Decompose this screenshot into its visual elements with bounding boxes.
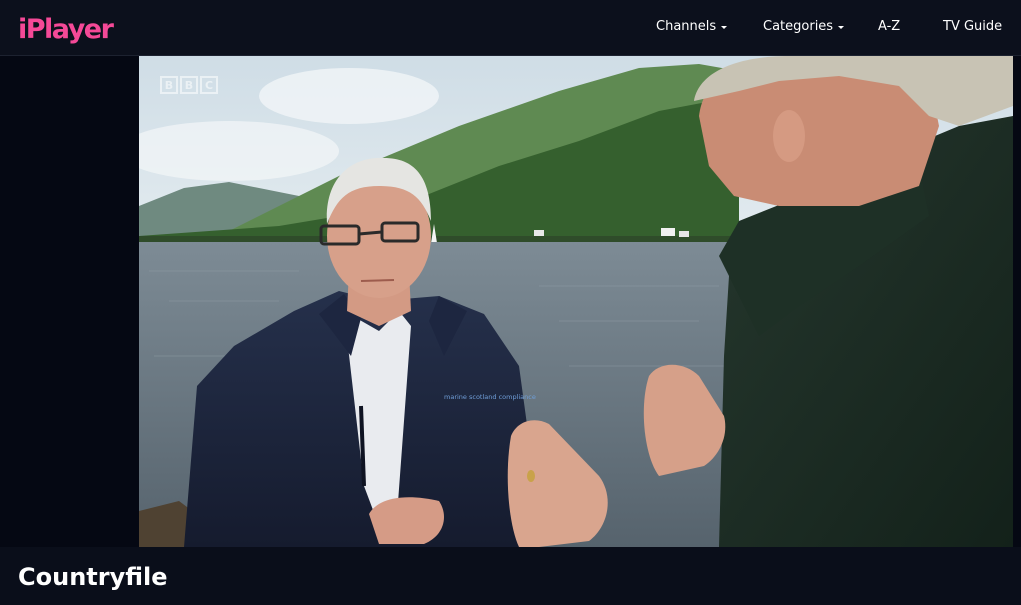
house bbox=[679, 231, 689, 237]
iplayer-logo-mark: iPlayer bbox=[18, 14, 116, 45]
chevron-down-icon bbox=[838, 25, 845, 29]
nav-tv-guide-link[interactable]: TV Guide bbox=[943, 19, 1002, 34]
nav-categories-label: Categories bbox=[763, 19, 834, 34]
nav-channels-label: Channels bbox=[656, 19, 717, 34]
bbc-watermark-letter: B bbox=[180, 76, 198, 94]
chevron-down-icon bbox=[721, 25, 728, 29]
iplayer-logo[interactable]: iPlayer bbox=[18, 8, 122, 46]
nav-tv-guide-label: TV Guide bbox=[943, 19, 1003, 34]
nav-az-link[interactable]: A-Z bbox=[878, 19, 900, 34]
house bbox=[661, 228, 675, 236]
bbc-watermark: B B C bbox=[160, 76, 218, 94]
nav-az-label: A-Z bbox=[878, 19, 901, 34]
nav-channels-menu[interactable]: Channels bbox=[656, 19, 728, 34]
cloud bbox=[259, 68, 439, 124]
bbc-watermark-letter: C bbox=[200, 76, 218, 94]
nav-categories-menu[interactable]: Categories bbox=[763, 19, 845, 34]
player-left-gutter bbox=[0, 56, 139, 547]
top-navigation-bar: iPlayer Channels Categories A-Z TV Guide bbox=[0, 0, 1021, 56]
house bbox=[534, 230, 544, 236]
video-player[interactable]: marine scotland compliance B B C bbox=[139, 56, 1013, 547]
jacket-logo: marine scotland compliance bbox=[444, 393, 536, 401]
bbc-watermark-letter: B bbox=[160, 76, 178, 94]
video-frame: marine scotland compliance bbox=[139, 56, 1013, 547]
player-right-gutter bbox=[1013, 56, 1021, 547]
iplayer-logo-text: iPlayer bbox=[18, 14, 115, 45]
programme-title: Countryfile bbox=[18, 563, 168, 591]
